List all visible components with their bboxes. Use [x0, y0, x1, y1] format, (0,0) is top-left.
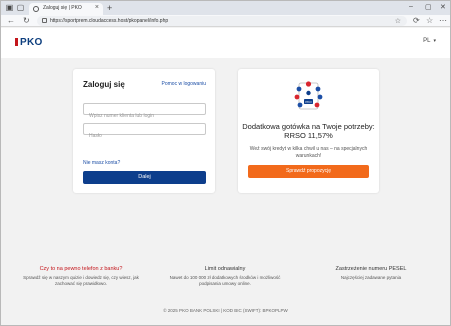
footer-text: Sprawdź się w naszym quizie i dowiedz si… [23, 275, 139, 286]
footer-title[interactable]: Czy to na pewno telefon z banku? [21, 266, 141, 272]
login-title: Zaloguj się [83, 80, 125, 89]
promo-description: Weź swój kredyt w kilka chwil u nas – na… [249, 146, 368, 159]
refresh-icon[interactable]: ↻ [23, 16, 30, 26]
logo-mark-icon [15, 38, 18, 46]
lock-icon [42, 18, 47, 23]
logo-text: PKO [20, 37, 43, 48]
promo-headline: Dodatkowa gotówka na Twoje potrzeby: RRS… [242, 122, 375, 140]
close-window-icon[interactable]: ✕ [440, 3, 446, 11]
site-footer: Czy to na pewno telefon z banku? Sprawdź… [1, 260, 450, 304]
credit-card-illustration-icon: PKO [294, 81, 323, 110]
extensions-icon[interactable]: ⟳ [413, 16, 420, 26]
pko-logo[interactable]: PKO [15, 37, 43, 48]
site-header: PKO PL ▾ [1, 28, 450, 58]
back-icon[interactable]: ← [7, 16, 15, 26]
footer-title[interactable]: Zastrzeżenie numeru PESEL [311, 266, 431, 272]
tab-strip: ▣ ▢ Zaloguj się | PKO × + – ▢ ✕ [1, 1, 450, 15]
browser-menu-icon[interactable]: ⋯ [439, 16, 447, 26]
url-text[interactable]: https://sportprem.cloudaccess.host/pkopa… [50, 18, 168, 24]
browser-window: ▣ ▢ Zaloguj się | PKO × + – ▢ ✕ ← ↻ http… [0, 0, 451, 326]
copyright-text: © 2025 PKO BANK POLSKI | KOD BIC (SWIFT)… [163, 308, 288, 313]
tab-title: Zaloguj się | PKO [43, 5, 82, 11]
maximize-icon[interactable]: ▢ [425, 3, 432, 11]
next-button[interactable]: Dalej [83, 171, 206, 184]
close-tab-icon[interactable]: × [95, 4, 99, 11]
footer-text: Nawet do 100 000 zł dodatkowych środków … [169, 275, 281, 286]
new-tab-button[interactable]: + [107, 3, 112, 13]
login-card: Zaloguj się Pomoc w logowaniu Nie masz k… [73, 69, 215, 193]
tab-actions-icon[interactable]: ▢ [16, 3, 25, 12]
client-number-field[interactable] [83, 103, 206, 121]
promo-card: PKO Dodatkowa gotówka na Twoje potrzeby:… [238, 69, 379, 193]
footer-column-pesel[interactable]: Zastrzeżenie numeru PESEL Najczęściej za… [311, 266, 431, 281]
chevron-down-icon: ▾ [433, 38, 436, 44]
client-number-input[interactable] [84, 111, 205, 121]
favorites-icon[interactable]: ☆ [426, 16, 433, 26]
footer-text: Najczęściej zadawane pytania [340, 275, 402, 280]
footer-title[interactable]: Limit odnawialny [165, 266, 285, 272]
illustration-label: PKO [305, 100, 312, 104]
address-bar-row: ← ↻ https://sportprem.cloudaccess.host/p… [1, 15, 450, 27]
check-offer-button[interactable]: Sprawdź propozycję [248, 165, 369, 178]
login-help-link[interactable]: Pomoc w logowaniu [162, 81, 206, 87]
language-selector[interactable]: PL ▾ [423, 38, 436, 44]
favorite-star-icon[interactable]: ☆ [395, 17, 401, 25]
password-field[interactable] [83, 123, 206, 141]
no-account-link[interactable]: Nie masz konta? [83, 160, 120, 166]
globe-icon [33, 6, 39, 12]
minimize-icon[interactable]: – [409, 3, 413, 10]
page-content: PKO PL▾ Zaloguj się Pomoc w logowaniu Ni… [1, 28, 450, 325]
language-label: PL [423, 38, 431, 44]
address-bar[interactable]: https://sportprem.cloudaccess.host/pkopa… [37, 16, 407, 26]
tab-active[interactable]: Zaloguj się | PKO × [29, 3, 103, 15]
password-input[interactable] [84, 131, 205, 141]
footer-column-limit[interactable]: Limit odnawialny Nawet do 100 000 zł dod… [165, 266, 285, 287]
window-menu-icon[interactable]: ▣ [5, 3, 14, 12]
footer-column-phone[interactable]: Czy to na pewno telefon z banku? Sprawdź… [21, 266, 141, 287]
